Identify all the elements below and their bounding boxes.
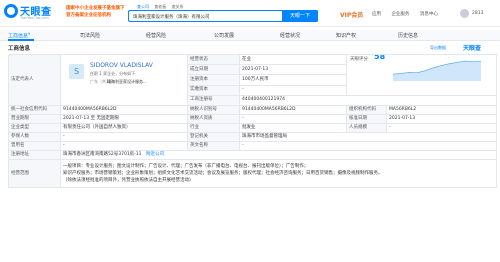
org-code-value: MA56RB6L2 [386, 105, 497, 115]
section-tabs: 工商信息9 司法风险 经营风险 公司发展 经营状况 知识产权 历史信息 [0, 30, 500, 41]
uscc-value: 91440400MA56RB6L2D [60, 105, 188, 115]
slogan-line-2: 官方备案企业征信机构 [66, 13, 111, 18]
approve-date-value: 2021-07-13 [386, 114, 497, 124]
tab-operating-status[interactable]: 经营状况 [280, 32, 300, 39]
approve-date-label: 核准日期 [346, 114, 387, 124]
tab-operation-risk-label: 经营风险 [146, 33, 167, 39]
insured-label: 参保人数 [8, 132, 61, 142]
scope-line-1: 一般项目：专业设计服务；图文设计制作；广告设计、代理；广告发布（非广播电台、电视… [63, 164, 309, 169]
search-tab-relation[interactable]: 查关系 [172, 4, 184, 9]
authority-label: 登记机关 [187, 132, 240, 142]
logo-subtext: TianYanCha.com [20, 16, 49, 20]
paid-capital-value: - [239, 84, 347, 96]
insured-value: - [60, 132, 188, 142]
legal-rep-summary: 任职 1 家企业，分布如下 [90, 71, 136, 76]
nav-enterprise[interactable]: 企业服务 [391, 12, 409, 17]
tab-judicial-risk-label: 司法风险 [80, 33, 101, 39]
tab-company-development[interactable]: 公司发展 [214, 32, 234, 39]
tab-judicial-risk[interactable]: 司法风险 [80, 32, 100, 39]
top-header: 天眼查 TianYanCha.com 国家中小企业发展子基金旗下 官方备案企业征… [0, 0, 500, 27]
slogan: 国家中小企业发展子基金旗下 官方备案企业征信机构 [66, 5, 125, 19]
tab-operation-risk[interactable]: 经营风险 [146, 32, 166, 39]
export-button[interactable]: 导出数据 [430, 45, 446, 51]
former-name-value: - [60, 141, 188, 151]
tab-business-info-count: 9 [28, 32, 31, 36]
tab-company-development-label: 公司发展 [214, 33, 235, 39]
watermark-logo: 天眼查 [463, 45, 482, 52]
industry-value: 批发业 [239, 123, 347, 133]
found-date-label: 成立日期 [187, 64, 240, 76]
score-trend-chart [392, 60, 482, 81]
staff-size-label: 人员规模 [346, 123, 387, 133]
term-label: 营业期限 [8, 114, 61, 124]
score-label: 天眼评分 [350, 57, 368, 62]
org-code-label: 组织机构代码 [346, 105, 387, 115]
taxpayer-qual-value: - [239, 114, 347, 124]
user-avatar[interactable] [460, 9, 469, 18]
company-type-label: 企业类型 [8, 123, 61, 133]
section-title: 工商信息 [8, 46, 31, 52]
legal-rep-card: S SIDOROV VLADISLAV 任职 1 家企业，分布如下 广东（共1家… [60, 54, 188, 106]
status-label: 经营状态 [187, 53, 240, 66]
address-value: 珠海市香洲区南湾南路52号3701房-11 附近公司 [60, 150, 497, 160]
scope-line-2: 知识产权服务；市场营销策划；企业形象策划；组织文化艺术交流活动；会议及展览服务；… [63, 171, 383, 176]
legal-rep-name[interactable]: SIDOROV VLADISLAV [90, 63, 153, 69]
nearby-companies-link[interactable]: 附近公司 [146, 152, 164, 157]
address-text: 珠海市香洲区南湾南路52号3701房-11 [63, 152, 142, 157]
scope-line-3: （除依法须经批准的项目外，凭营业执照依法自主开展经营活动） [63, 178, 194, 183]
active-tab-underline [8, 39, 34, 41]
tab-intellectual-property[interactable]: 知识产权 [336, 32, 356, 39]
reg-capital-value: 100万人民币 [239, 74, 347, 86]
company-type-value: 有限责任公司（外国自然人独资） [60, 123, 188, 133]
legal-rep-label: 法定代表人 [8, 54, 61, 106]
found-date-value: 2021-07-13 [239, 64, 347, 76]
business-info-table: 法定代表人 S SIDOROV VLADISLAV 任职 1 家企业，分布如下 … [8, 53, 497, 188]
nav-messages[interactable]: 消息中心 [420, 12, 438, 17]
score-trend-area [393, 61, 481, 81]
english-name-label: 英文名称 [187, 141, 240, 151]
scope-label: 经营范围 [8, 159, 61, 188]
search-input-value[interactable]: 珠海利亚家设计服务（珠海）有限公司 [133, 14, 210, 20]
scope-value: 一般项目：专业设计服务；图文设计制作；广告设计、代理；广告发布（非广播电台、电视… [60, 159, 497, 188]
score-panel: 天眼评分 58 [346, 54, 497, 96]
search-button[interactable]: 天眼一下 [282, 10, 318, 22]
authority-value: 珠海市市场监督管理局 [239, 132, 497, 142]
tianyancha-logo-icon[interactable] [4, 4, 18, 18]
status-value: 在业 [239, 53, 347, 66]
taxpayer-id-value: 91440400MA56RB6L2D [239, 105, 347, 115]
score-value: 58 [374, 54, 386, 61]
vip-button[interactable]: VIP会员 [340, 10, 363, 19]
term-value: 2021-07-13 至 无固定期限 [60, 114, 188, 124]
staff-size-value: - [386, 123, 497, 133]
top-nav: 应用 企业服务 消息中心 [372, 11, 447, 17]
legal-rep-company-link[interactable]: 珠海利亚家设计服务... [107, 79, 147, 85]
former-name-label: 曾用名 [8, 141, 61, 151]
taxpayer-id-label: 纳税人识别号 [187, 105, 240, 115]
industry-label: 行业 [187, 123, 240, 133]
user-id[interactable]: 2813 [472, 11, 483, 16]
paid-capital-label: 实缴资本 [187, 84, 240, 96]
english-name-value: - [239, 141, 497, 151]
taxpayer-qual-label: 纳税人资质 [187, 114, 240, 124]
uscc-label: 统一社会信用代码 [8, 105, 61, 115]
nav-apps[interactable]: 应用 [372, 12, 381, 17]
address-label: 注册地址 [8, 150, 61, 160]
tab-operating-status-label: 经营状况 [280, 33, 301, 39]
search-tab-company[interactable]: 查公司 [137, 4, 149, 9]
regno-label: 工商注册号 [187, 94, 240, 107]
slogan-line-1: 国家中小企业发展子基金旗下 [66, 6, 125, 11]
legal-rep-avatar[interactable]: S [69, 64, 84, 79]
tab-intellectual-property-label: 知识产权 [336, 33, 357, 39]
search-tab-boss[interactable]: 查老板 [154, 4, 166, 9]
regno-value: 440400400121974 [239, 94, 497, 107]
tab-history[interactable]: 历史信息 [398, 32, 418, 39]
reg-capital-label: 注册资本 [187, 74, 240, 86]
tab-history-label: 历史信息 [398, 33, 419, 39]
